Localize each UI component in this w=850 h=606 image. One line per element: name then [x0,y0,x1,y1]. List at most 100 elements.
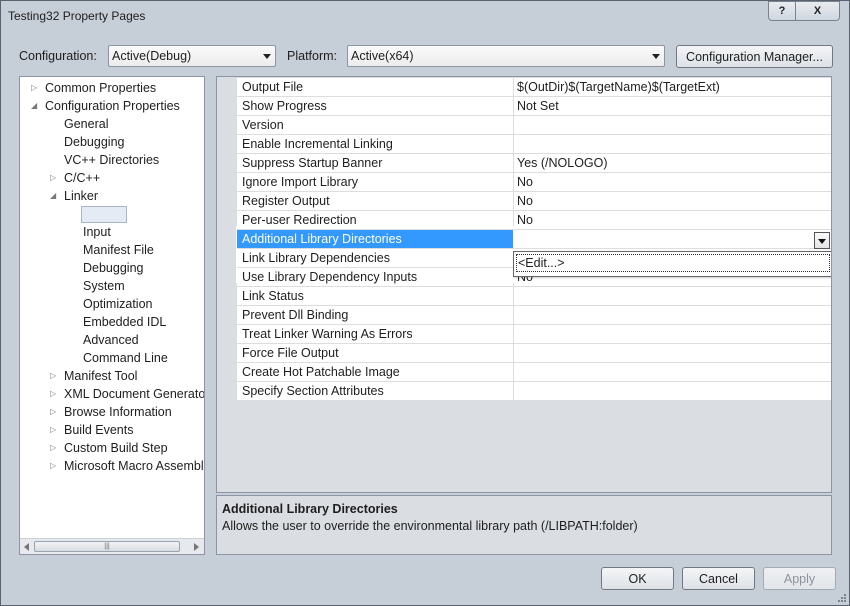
tree-item[interactable]: Debugging [64,133,124,151]
property-row[interactable]: Version [237,116,831,135]
tree-collapse-icon[interactable]: ◢ [31,97,41,115]
tree-selection [81,206,127,223]
property-row[interactable]: Ignore Import Library No [237,173,831,192]
cancel-button[interactable]: Cancel [682,567,755,590]
tree-item[interactable]: Custom Build Step [64,439,168,457]
property-name: Suppress Startup Banner [237,154,513,172]
tree-item[interactable]: C/C++ [64,169,100,187]
tree-expand-icon[interactable]: ▷ [50,457,60,475]
tree-item[interactable]: General [64,115,108,133]
chevron-down-icon [818,239,826,244]
property-value[interactable] [514,116,831,134]
property-value[interactable] [514,325,831,343]
tree-item[interactable]: Debugging [83,259,143,277]
property-name: Per-user Redirection [237,211,513,229]
tree-expand-icon[interactable]: ▷ [31,79,41,97]
configuration-manager-button[interactable]: Configuration Manager... [676,45,833,68]
property-name: Create Hot Patchable Image [237,363,513,381]
scrollbar-thumb[interactable]: ||| [34,541,180,552]
tree-item[interactable]: Configuration Properties [45,97,180,115]
property-row[interactable]: Create Hot Patchable Image [237,363,831,382]
platform-value: Active(x64) [351,49,414,63]
help-icon: ? [778,5,786,17]
chevron-down-icon [652,54,660,59]
property-value[interactable] [514,230,831,248]
description-panel: Additional Library Directories Allows th… [216,495,832,555]
tree-item[interactable]: Manifest File [83,241,154,259]
tree-item[interactable]: System [83,277,125,295]
tree-collapse-icon[interactable]: ◢ [50,187,60,205]
property-value[interactable]: No [514,211,831,229]
property-row[interactable]: Register Output No [237,192,831,211]
tree-item[interactable]: Command Line [83,349,168,367]
property-name: Specify Section Attributes [237,382,513,400]
configuration-combo[interactable]: Active(Debug) [108,45,276,67]
tree-item[interactable]: Input [83,223,111,241]
tree-expand-icon[interactable]: ▷ [50,169,60,187]
property-value[interactable] [514,306,831,324]
property-row[interactable]: Treat Linker Warning As Errors [237,325,831,344]
scroll-right-icon[interactable] [194,543,199,551]
property-value[interactable] [514,363,831,381]
property-name: Link Status [237,287,513,305]
tree-item[interactable]: Build Events [64,421,133,439]
property-value[interactable] [514,135,831,153]
tree-item[interactable]: Browse Information [64,403,172,421]
scroll-left-icon[interactable] [24,543,29,551]
description-title: Additional Library Directories [222,502,398,516]
tree-item[interactable]: Manifest Tool [64,367,137,385]
tree-item[interactable]: Advanced [83,331,139,349]
platform-label: Platform: [287,49,338,63]
property-row[interactable]: Suppress Startup Banner Yes (/NOLOGO) [237,154,831,173]
platform-combo[interactable]: Active(x64) [347,45,665,67]
property-row[interactable]: Force File Output [237,344,831,363]
property-value[interactable] [514,344,831,362]
property-name: Use Library Dependency Inputs [237,268,513,286]
ok-button[interactable]: OK [601,567,674,590]
property-row[interactable]: Show Progress Not Set [237,97,831,116]
property-name: Version [237,116,513,134]
value-dropdown-button[interactable] [814,232,830,249]
property-name: Enable Incremental Linking [237,135,513,153]
property-name: Link Library Dependencies [237,249,513,267]
property-name: Additional Library Directories [237,230,513,248]
tree-expand-icon[interactable]: ▷ [50,403,60,421]
tree-horizontal-scrollbar[interactable]: ||| [20,538,204,554]
configuration-value: Active(Debug) [112,49,192,63]
tree-item[interactable]: Microsoft Macro Assembler [64,457,204,475]
property-value[interactable]: No [514,192,831,210]
tree-item[interactable]: Common Properties [45,79,156,97]
property-row[interactable]: Specify Section Attributes [237,382,831,401]
property-name: Output File [237,78,513,96]
help-button[interactable]: ? [768,1,796,21]
property-value[interactable]: Not Set [514,97,831,115]
resize-grip-icon[interactable] [836,592,846,602]
property-name: Register Output [237,192,513,210]
property-row[interactable]: Link Status [237,287,831,306]
tree-expand-icon[interactable]: ▷ [50,385,60,403]
tree-expand-icon[interactable]: ▷ [50,367,60,385]
property-value[interactable]: Yes (/NOLOGO) [514,154,831,172]
tree-item[interactable]: Linker [64,187,98,205]
property-value[interactable] [514,382,831,400]
tree-item[interactable]: Optimization [83,295,152,313]
tree-expand-icon[interactable]: ▷ [50,439,60,457]
dropdown-option-edit[interactable]: <Edit...> [516,254,830,272]
apply-button[interactable]: Apply [763,567,836,590]
property-value[interactable]: $(OutDir)$(TargetName)$(TargetExt) [514,78,831,96]
tree-item[interactable]: VC++ Directories [64,151,159,169]
property-row[interactable]: Prevent Dll Binding [237,306,831,325]
property-value[interactable] [514,287,831,305]
close-button[interactable]: X [796,1,840,21]
property-row[interactable]: Per-user Redirection No [237,211,831,230]
property-value[interactable]: No [514,173,831,191]
property-row[interactable]: Additional Library Directories [237,230,831,249]
property-row[interactable]: Output File $(OutDir)$(TargetName)$(Targe… [237,78,831,97]
configuration-label: Configuration: [19,49,97,63]
tree-item[interactable]: Embedded IDL [83,313,166,331]
tree-expand-icon[interactable]: ▷ [50,421,60,439]
tree-item[interactable]: XML Document Generator [64,385,204,403]
property-name: Show Progress [237,97,513,115]
property-row[interactable]: Enable Incremental Linking [237,135,831,154]
property-tree: Common Properties Configuration Propertie… [19,76,205,555]
